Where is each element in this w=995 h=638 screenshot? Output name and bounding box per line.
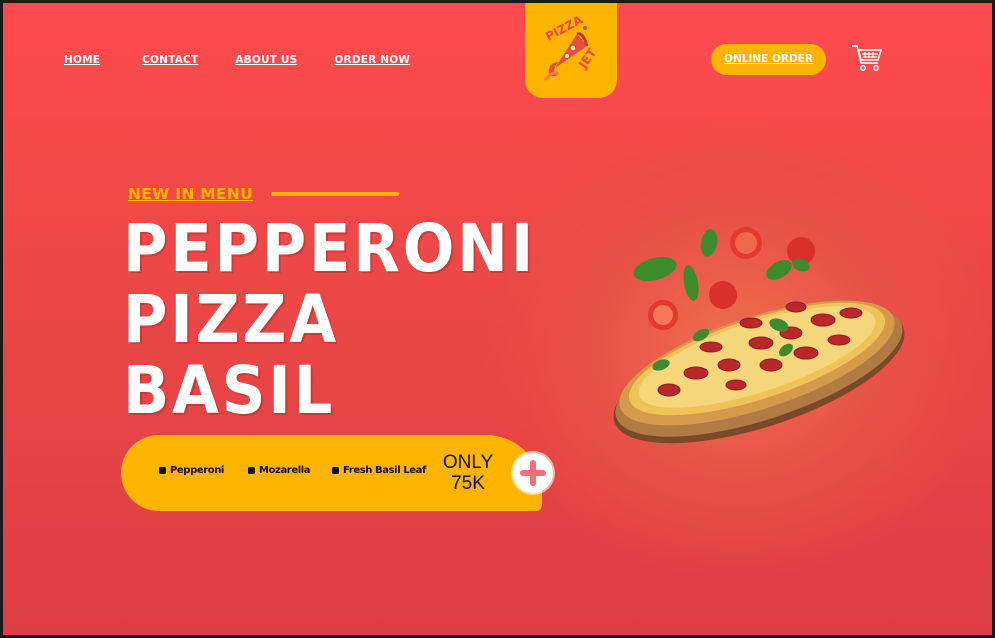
pizza-jet-logo: PIZZA JET xyxy=(543,12,600,81)
price-value: 75K xyxy=(451,473,485,494)
eyebrow-divider xyxy=(271,192,399,196)
shopping-cart-icon[interactable] xyxy=(851,43,883,78)
online-order-button[interactable]: ONLINE ORDER xyxy=(711,44,826,75)
bullet-icon xyxy=(332,467,339,474)
main-nav: HOME CONTACT ABOUT US ORDER NOW xyxy=(64,54,410,66)
bullet-icon xyxy=(159,467,166,474)
ingredient-label: Mozarella xyxy=(259,465,311,476)
logo-tab[interactable]: PIZZA JET xyxy=(525,3,617,98)
ingredient-item: Pepperoni xyxy=(159,465,224,476)
ingredient-label: Pepperoni xyxy=(170,465,224,476)
nav-about-us-link[interactable]: ABOUT US xyxy=(235,54,297,66)
ingredients-price-bar: Pepperoni Mozarella Fresh Basil Leaf ONL… xyxy=(121,435,542,511)
ingredient-item: Fresh Basil Leaf xyxy=(332,465,426,476)
hero-title-line: PIZZA xyxy=(123,281,339,358)
hero-title-line: BASIL xyxy=(123,352,336,429)
hero-title-line: PEPPERONI xyxy=(123,210,537,287)
pepperoni-pizza-image xyxy=(613,227,905,444)
nav-order-now-link[interactable]: ORDER NOW xyxy=(334,54,410,66)
add-to-cart-button[interactable] xyxy=(513,453,553,493)
ingredient-item: Mozarella xyxy=(248,465,311,476)
plus-icon xyxy=(520,460,546,486)
bullet-icon xyxy=(248,467,255,474)
new-in-menu-label: NEW IN MENU xyxy=(128,185,254,203)
nav-contact-link[interactable]: CONTACT xyxy=(142,54,198,66)
hero-title: PEPPERONI PIZZA BASIL xyxy=(123,213,572,426)
hero-page: HOME CONTACT ABOUT US ORDER NOW PIZZA JE… xyxy=(3,3,992,635)
price-label: ONLY 75K xyxy=(441,452,495,494)
ingredient-label: Fresh Basil Leaf xyxy=(343,465,426,476)
nav-home-link[interactable]: HOME xyxy=(64,54,100,66)
price-prefix: ONLY xyxy=(442,452,494,473)
